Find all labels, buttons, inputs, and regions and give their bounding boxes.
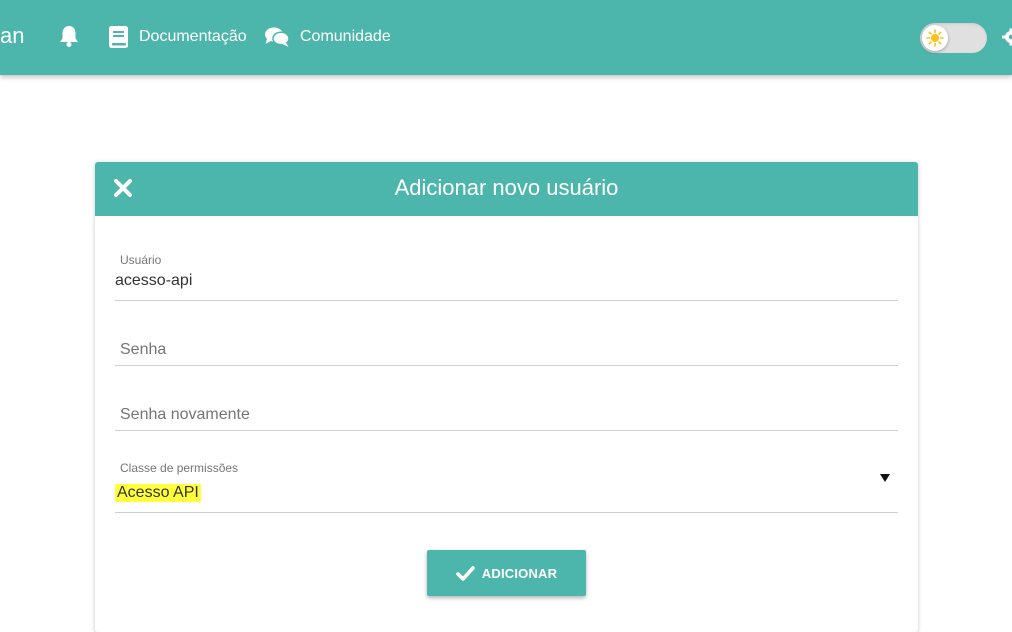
permission-class-value: Acesso API xyxy=(115,484,201,502)
brand-name[interactable]: an xyxy=(0,22,24,50)
gear-icon xyxy=(1001,27,1012,47)
nav-link-documentation[interactable]: Documentação xyxy=(108,24,247,50)
close-button[interactable] xyxy=(113,178,133,198)
nav-link-label: Documentação xyxy=(139,28,247,46)
check-icon xyxy=(456,566,475,581)
password-input[interactable]: Senha xyxy=(120,341,166,359)
settings-button[interactable] xyxy=(1001,27,1012,47)
notifications-button[interactable] xyxy=(58,24,80,48)
close-icon xyxy=(113,178,133,198)
theme-toggle[interactable] xyxy=(920,23,987,53)
username-input[interactable]: acesso-api xyxy=(115,272,192,290)
dialog-title: Adicionar novo usuário xyxy=(95,162,918,216)
book-icon xyxy=(108,25,129,49)
top-navbar: an Documentação Comunidade xyxy=(0,0,1012,75)
permission-class-select[interactable]: Classe de permissões Acesso API xyxy=(115,455,898,513)
password-field[interactable]: Senha xyxy=(115,322,898,366)
username-label: Usuário xyxy=(120,253,161,267)
add-button[interactable]: ADICIONAR xyxy=(427,550,586,596)
permission-class-label: Classe de permissões xyxy=(120,461,238,475)
password-confirm-input[interactable]: Senha novamente xyxy=(120,406,250,424)
password-confirm-field[interactable]: Senha novamente xyxy=(115,387,898,431)
sun-icon xyxy=(926,29,944,47)
dropdown-arrow-icon xyxy=(880,474,890,482)
dialog-header: Adicionar novo usuário xyxy=(95,162,918,216)
theme-toggle-knob xyxy=(922,25,948,51)
bell-icon xyxy=(58,24,80,48)
add-user-dialog: Adicionar novo usuário Usuário acesso-ap… xyxy=(95,162,918,632)
username-field[interactable]: Usuário acesso-api xyxy=(115,249,898,301)
nav-link-label: Comunidade xyxy=(300,28,391,46)
add-button-label: ADICIONAR xyxy=(482,566,557,581)
chat-icon xyxy=(264,26,290,48)
nav-link-community[interactable]: Comunidade xyxy=(264,24,391,50)
